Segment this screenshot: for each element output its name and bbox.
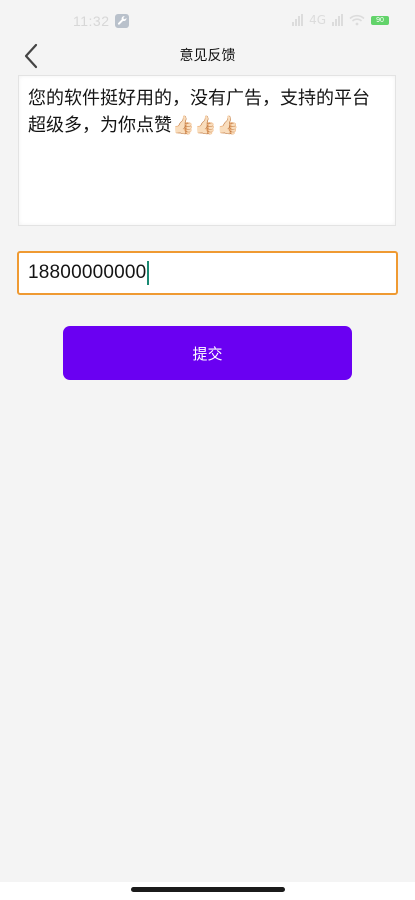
network-type-label: 4G: [309, 13, 326, 27]
home-indicator[interactable]: [131, 887, 285, 892]
status-indicators: 4G 90: [292, 12, 389, 28]
header: 意见反馈: [0, 40, 415, 74]
battery-icon: 90: [371, 15, 389, 25]
page-title: 意见反馈: [179, 48, 236, 64]
status-bar: 11:32 4G 90: [0, 0, 415, 40]
wifi-icon: [349, 14, 365, 26]
feedback-text: 您的软件挺好用的，没有广告，支持的平台超级多，为你点赞👍🏻👍🏻👍🏻: [28, 88, 370, 136]
signal-icon-2: [332, 14, 343, 26]
phone-input[interactable]: 18800000000: [17, 251, 398, 295]
signal-icon: [292, 14, 304, 26]
feedback-textarea[interactable]: 您的软件挺好用的，没有广告，支持的平台超级多，为你点赞👍🏻👍🏻👍🏻: [18, 75, 396, 226]
wrench-icon: [115, 14, 129, 28]
text-caret: [147, 261, 150, 285]
battery-level: 90: [376, 16, 384, 24]
phone-input-value: 18800000000: [28, 262, 147, 283]
submit-button[interactable]: 提交: [63, 326, 352, 380]
status-time: 11:32: [73, 13, 110, 29]
